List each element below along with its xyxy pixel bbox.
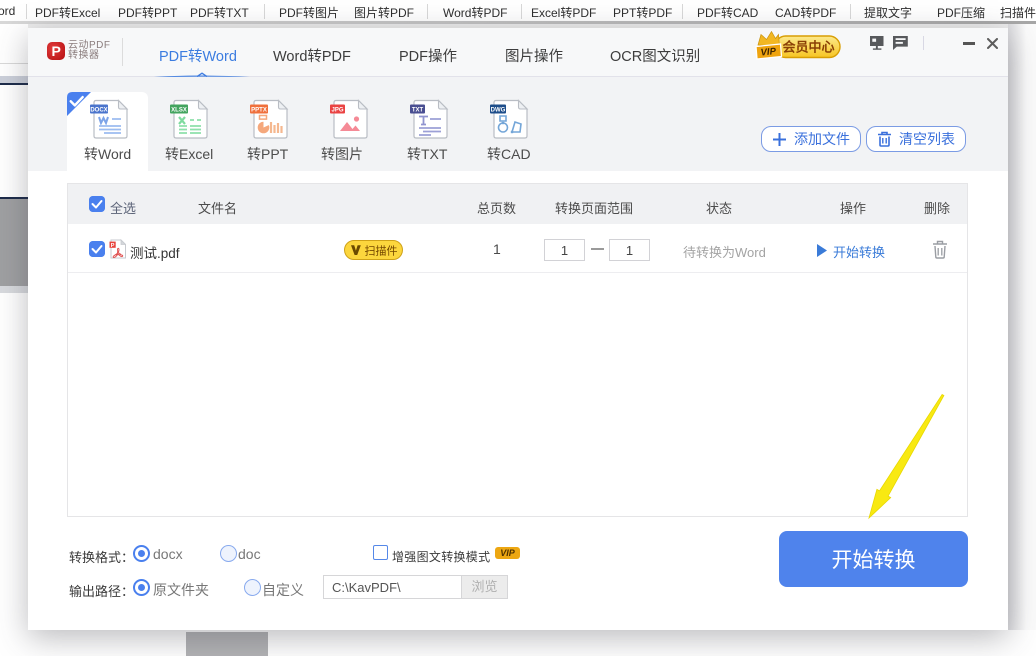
svg-text:JPG: JPG (331, 108, 343, 114)
svg-text:DWG: DWG (491, 108, 506, 114)
svg-text:扫描件: 扫描件 (365, 244, 398, 258)
svg-text:P: P (111, 243, 115, 249)
svg-text:TXT: TXT (412, 108, 424, 114)
svg-text:VIP: VIP (760, 46, 777, 58)
svg-text:PPTX: PPTX (251, 108, 267, 114)
svg-text:DOCX: DOCX (90, 108, 107, 114)
svg-text:XLSX: XLSX (171, 108, 187, 114)
svg-text:会员中心: 会员中心 (782, 40, 834, 55)
